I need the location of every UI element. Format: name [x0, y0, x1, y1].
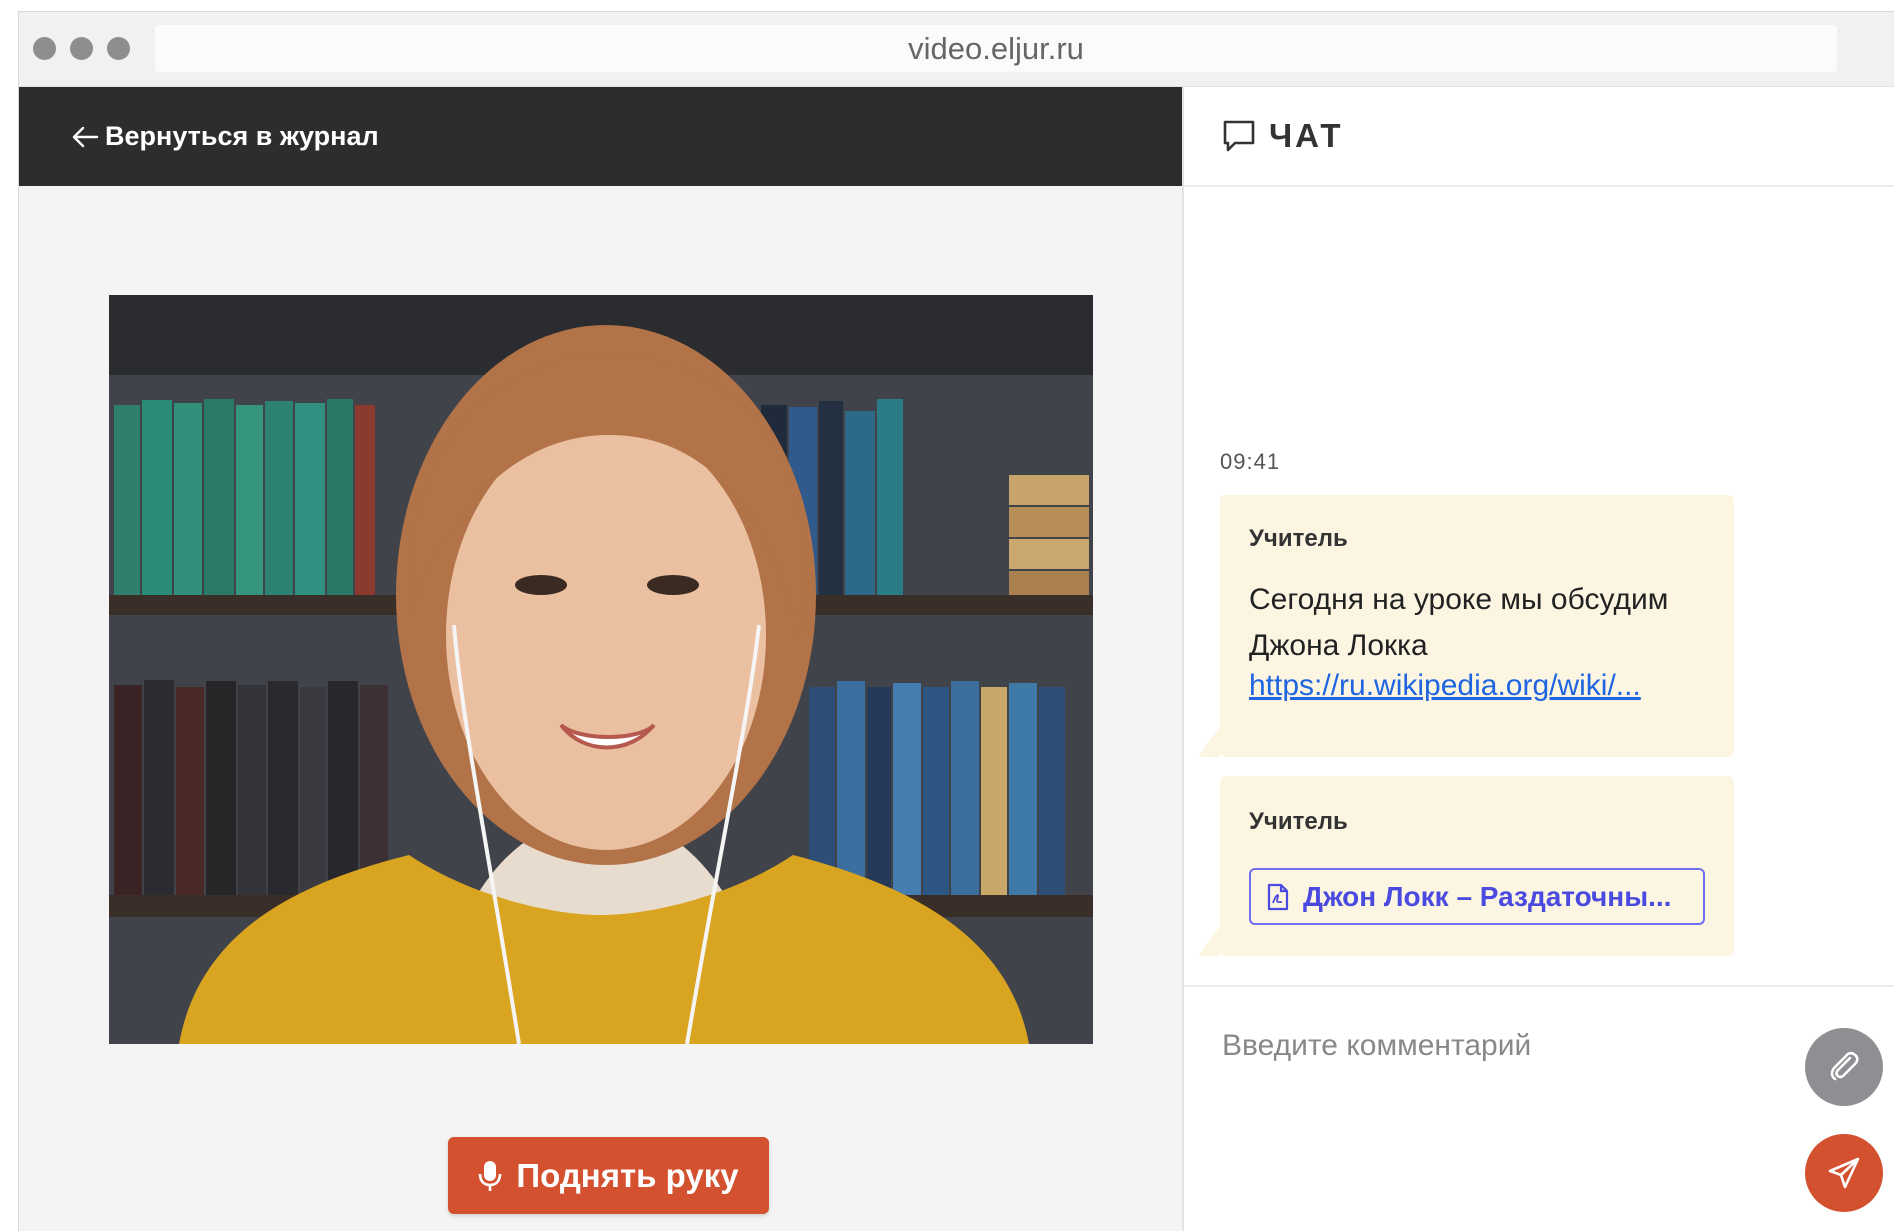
- message-sender: Учитель: [1249, 525, 1348, 552]
- browser-window: video.eljur.ru Вернуться в журнал Поднят…: [18, 11, 1894, 1231]
- attach-file-button[interactable]: [1805, 1028, 1883, 1106]
- raise-hand-label: Поднять руку: [516, 1156, 739, 1194]
- message-timestamp: 09:41: [1220, 449, 1281, 474]
- chat-bubble-icon: [1223, 120, 1255, 152]
- message-text: Сегодня на уроке мы обсудим Джона Локка: [1249, 583, 1669, 662]
- chat-message-attachment: Учитель Джон Локк – Раздаточны...: [1198, 776, 1734, 956]
- send-plane-icon: [1828, 1157, 1860, 1189]
- composer-divider: [1184, 985, 1894, 987]
- message-link[interactable]: https://ru.wikipedia.org/wiki/...: [1249, 669, 1641, 703]
- back-to-journal-link[interactable]: Вернуться в журнал: [71, 121, 379, 152]
- chat-title: ЧАТ: [1269, 117, 1344, 154]
- bubble-tail: [1198, 926, 1220, 956]
- attachment-file-name: Джон Локк – Раздаточны...: [1303, 880, 1672, 912]
- lesson-topbar: Вернуться в журнал: [19, 87, 1182, 186]
- paperclip-icon: [1830, 1051, 1859, 1081]
- browser-titlebar: video.eljur.ru: [19, 12, 1894, 87]
- window-maximize-dot[interactable]: [107, 37, 130, 60]
- microphone-icon: [479, 1160, 502, 1191]
- window-minimize-dot[interactable]: [70, 37, 93, 60]
- back-link-label: Вернуться в журнал: [105, 121, 379, 151]
- attachment-file-chip[interactable]: Джон Локк – Раздаточны...: [1249, 868, 1705, 925]
- chat-message: Учитель Сегодня на уроке мы обсудим Джон…: [1198, 495, 1734, 757]
- video-pane: Вернуться в журнал Поднять руку: [19, 87, 1182, 1231]
- raise-hand-button[interactable]: Поднять руку: [448, 1137, 769, 1214]
- message-sender: Учитель: [1249, 808, 1348, 835]
- window-close-dot[interactable]: [33, 37, 56, 60]
- pdf-file-icon: [1267, 883, 1289, 910]
- teacher-video-image: [109, 295, 1093, 1044]
- address-bar[interactable]: video.eljur.ru: [155, 25, 1837, 72]
- arrow-left-icon: [72, 126, 99, 147]
- chat-panel: ЧАТ 09:41 Учитель Сегодня на уроке мы об…: [1184, 87, 1894, 1231]
- chat-header: ЧАТ: [1184, 87, 1894, 187]
- teacher-video: [109, 295, 1093, 1044]
- send-message-button[interactable]: [1805, 1134, 1883, 1212]
- bubble-tail: [1198, 727, 1220, 757]
- comment-input[interactable]: [1220, 1015, 1784, 1077]
